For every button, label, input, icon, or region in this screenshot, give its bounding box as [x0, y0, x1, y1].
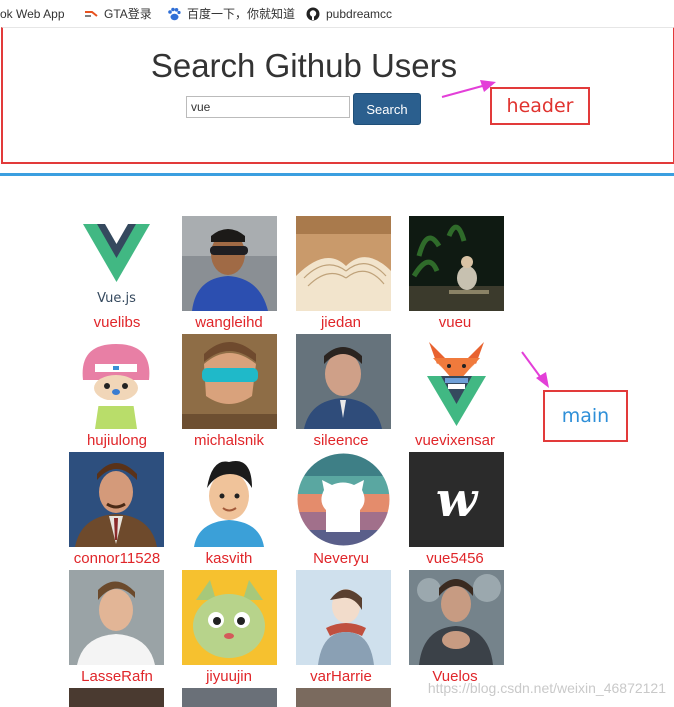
- user-login[interactable]: michalsnik: [169, 432, 289, 449]
- user-login[interactable]: sileence: [281, 432, 401, 449]
- watermark: https://blog.csdn.net/weixin_46872121: [427, 680, 666, 696]
- user-login[interactable]: LasseRafn: [57, 668, 177, 685]
- bookmark-gta[interactable]: GTA登录: [84, 5, 152, 21]
- github-octocat-icon[interactable]: [296, 452, 391, 547]
- search-button[interactable]: Search: [353, 93, 421, 125]
- avatar[interactable]: [409, 216, 504, 311]
- avatar[interactable]: [296, 216, 391, 311]
- avatar[interactable]: [182, 570, 277, 665]
- header-annotation-label: header: [490, 87, 590, 125]
- bookmark-web-app[interactable]: ok Web App: [0, 5, 65, 21]
- user-login[interactable]: Neveryu: [281, 550, 401, 567]
- w-logo-icon[interactable]: w: [409, 452, 504, 547]
- main-annotation-label: main: [543, 390, 628, 442]
- section-divider: [0, 173, 674, 176]
- user-login[interactable]: varHarrie: [281, 668, 401, 685]
- gta-icon: [85, 10, 98, 17]
- avatar[interactable]: [182, 688, 277, 707]
- avatar[interactable]: [69, 570, 164, 665]
- user-login[interactable]: vuelibs: [57, 314, 177, 331]
- fox-logo-icon[interactable]: [409, 334, 504, 429]
- user-login[interactable]: connor11528: [57, 550, 177, 567]
- avatar[interactable]: [69, 688, 164, 707]
- avatar[interactable]: [409, 570, 504, 665]
- bookmark-baidu[interactable]: 百度一下，你就知道: [167, 5, 295, 21]
- avatar[interactable]: [296, 688, 391, 707]
- github-icon: [306, 7, 320, 21]
- bookmarks-bar: ok Web App GTA登录 百度一下，你就知道 pubdreamcc: [0, 0, 674, 26]
- avatar[interactable]: [69, 334, 164, 429]
- bookmark-label: GTA登录: [104, 6, 152, 21]
- vue-logo-icon[interactable]: Vue.js: [69, 216, 164, 311]
- user-login[interactable]: hujiulong: [57, 432, 177, 449]
- main-arrow-icon: [521, 351, 549, 388]
- bookmark-pubdreamcc[interactable]: pubdreamcc: [306, 5, 392, 21]
- svg-text:w: w: [436, 472, 479, 528]
- bookmark-label: ok Web App: [0, 6, 65, 21]
- user-login[interactable]: jiedan: [281, 314, 401, 331]
- user-login[interactable]: wangleihd: [169, 314, 289, 331]
- avatar[interactable]: [69, 452, 164, 547]
- user-login[interactable]: vuevixensar: [395, 432, 515, 449]
- baidu-paw-icon: [168, 7, 181, 21]
- user-login[interactable]: jiyuujin: [169, 668, 289, 685]
- avatar[interactable]: [182, 334, 277, 429]
- vue-logo-text: Vue.js: [97, 291, 136, 306]
- user-login[interactable]: kasvith: [169, 550, 289, 567]
- bookmark-label: pubdreamcc: [326, 6, 393, 21]
- bookmark-label: 百度一下，你就知道: [187, 6, 296, 21]
- avatar[interactable]: [182, 216, 277, 311]
- avatar[interactable]: [296, 334, 391, 429]
- avatar[interactable]: [296, 570, 391, 665]
- search-input[interactable]: [186, 96, 350, 118]
- page-title: Search Github Users: [150, 47, 458, 84]
- avatar[interactable]: [182, 452, 277, 547]
- user-login[interactable]: vueu: [395, 314, 515, 331]
- user-login[interactable]: vue5456: [395, 550, 515, 567]
